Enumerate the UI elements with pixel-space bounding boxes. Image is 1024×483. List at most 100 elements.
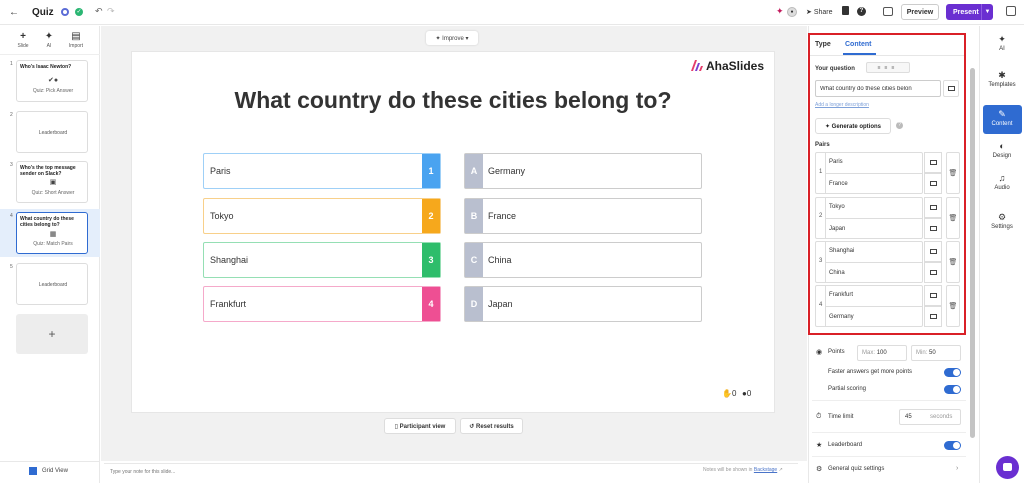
menu-icon[interactable] xyxy=(1006,6,1016,16)
rail-content[interactable]: ✎ Content xyxy=(980,109,1024,127)
left-item-number: 2 xyxy=(422,199,440,233)
partial-scoring-toggle[interactable] xyxy=(944,385,961,394)
right-item-letter: A xyxy=(465,154,483,188)
chevron-right-icon[interactable]: › xyxy=(956,465,958,472)
match-pairs-icon: ▦ xyxy=(49,231,57,238)
rail-label: AI xyxy=(999,46,1005,52)
slide-question[interactable]: What country do these cities belong to? xyxy=(131,87,775,114)
panel-scrollbar[interactable] xyxy=(970,68,975,438)
rail-design[interactable]: ◐ Design xyxy=(980,141,1024,159)
divider xyxy=(812,400,966,401)
left-item-number: 1 xyxy=(422,154,440,188)
import-icon: ▤ xyxy=(71,31,81,42)
slide-number: 2 xyxy=(10,112,13,118)
divider xyxy=(0,54,100,55)
presentation-title[interactable]: Quiz xyxy=(32,7,54,18)
min-points-input[interactable]: Min: 50 xyxy=(911,345,961,361)
chevron-down-icon[interactable]: ▼ xyxy=(981,4,993,20)
left-item-number: 4 xyxy=(422,287,440,321)
trophy-icon: ★ xyxy=(816,442,823,449)
share-button[interactable]: ➤ Share xyxy=(806,8,833,16)
notes-hint: Notes will be shown in Backstage ↗ xyxy=(703,467,783,473)
rail-audio[interactable]: ♫ Audio xyxy=(980,173,1024,191)
reset-results-label: Reset results xyxy=(476,423,514,430)
support-chat-button[interactable] xyxy=(996,456,1019,479)
max-prefix: Max: xyxy=(862,350,876,356)
left-item-text: Frankfurt xyxy=(210,299,247,309)
slide-thumbnail[interactable]: Leaderboard xyxy=(16,263,88,305)
help-icon[interactable]: ? xyxy=(857,7,866,16)
redo-icon[interactable]: ↷ xyxy=(107,6,115,17)
leaderboard-toggle[interactable] xyxy=(944,441,961,450)
import-tool[interactable]: ▤ Import xyxy=(64,31,88,50)
right-item: A Germany xyxy=(464,153,702,189)
improve-label: Improve xyxy=(442,35,464,42)
right-item: C China xyxy=(464,242,702,278)
max-value: 100 xyxy=(876,350,887,356)
undo-icon[interactable]: ↶ xyxy=(95,6,103,17)
top-bar xyxy=(0,0,1024,25)
thumb-title: What country do these cities belong to? xyxy=(20,216,74,228)
comments-icon[interactable] xyxy=(883,7,893,16)
right-item-letter: D xyxy=(465,287,483,321)
medal-icon: ◉ xyxy=(816,349,823,356)
left-item-text: Shanghai xyxy=(210,255,249,265)
right-item-letter: B xyxy=(465,199,483,233)
reset-results-button[interactable]: ↺ Reset results xyxy=(460,418,523,434)
slide-thumbnail-active[interactable]: What country do these cities belong to? … xyxy=(16,212,88,254)
participant-view-button[interactable]: ▯ Participant view xyxy=(384,418,456,434)
document-icon[interactable] xyxy=(842,6,849,15)
gear-icon[interactable] xyxy=(61,8,69,16)
faster-answers-label: Faster answers get more points xyxy=(828,369,913,375)
reactions-value: 0 xyxy=(731,389,737,398)
rail-label: Templates xyxy=(988,82,1016,88)
ai-tool[interactable]: ✦ AI xyxy=(37,31,61,50)
notes-input[interactable] xyxy=(110,466,410,478)
grid-icon[interactable] xyxy=(29,467,37,475)
left-item-text: Tokyo xyxy=(210,211,234,221)
right-item-text: China xyxy=(488,255,512,265)
rail-label: Audio xyxy=(994,185,1010,191)
slide-thumbnail[interactable]: Who's Isaac Newton? ✔● Quiz: Pick Answer xyxy=(16,60,88,102)
external-link-icon: ↗ xyxy=(778,467,783,473)
rail-label: Content xyxy=(991,121,1013,127)
quiz-check-icon: ✔● xyxy=(47,77,59,84)
saved-check-icon: ✓ xyxy=(75,8,83,16)
tool-label: Import xyxy=(68,43,84,49)
sparkle-icon: ✦ xyxy=(44,31,54,42)
backstage-link[interactable]: Backstage xyxy=(754,467,777,473)
time-limit-label: Time limit xyxy=(828,414,854,420)
max-points-input[interactable]: Max: 100 xyxy=(857,345,907,361)
partial-scoring-label: Partial scoring xyxy=(828,386,867,392)
thumb-title: Who's the top message sender on Slack? xyxy=(20,165,76,177)
add-slide-tool[interactable]: + Slide xyxy=(11,32,35,50)
slide-thumbnail[interactable]: Leaderboard xyxy=(16,111,88,153)
right-item-text: Japan xyxy=(488,299,513,309)
left-item: Paris 1 xyxy=(203,153,441,189)
grid-view-button[interactable]: Grid View xyxy=(42,468,68,474)
slide-thumbnail[interactable]: Who's the top message sender on Slack? ▣… xyxy=(16,161,88,203)
min-value: 50 xyxy=(929,350,936,356)
left-item: Frankfurt 4 xyxy=(203,286,441,322)
general-settings-link[interactable]: General quiz settings xyxy=(828,466,884,472)
rail-ai[interactable]: ✦ AI xyxy=(980,34,1024,52)
thumb-type: Quiz: Pick Answer xyxy=(32,88,74,94)
chat-icon xyxy=(1003,463,1012,471)
slide-number: 4 xyxy=(10,213,13,219)
arrow-left-icon[interactable]: ← xyxy=(9,7,19,18)
faster-answers-toggle[interactable] xyxy=(944,368,961,377)
avatar[interactable]: ● xyxy=(787,7,797,17)
highlight-box xyxy=(808,33,966,335)
preview-button[interactable]: Preview xyxy=(901,4,939,20)
left-item: Shanghai 3 xyxy=(203,242,441,278)
text-input-icon: ▣ xyxy=(49,179,57,186)
rail-settings[interactable]: ⚙ Settings xyxy=(980,212,1024,230)
improve-button[interactable]: ✦ Improve ▾ xyxy=(426,31,478,45)
pencil-icon: ✎ xyxy=(998,109,1006,119)
add-slide-button[interactable]: + xyxy=(16,314,88,354)
participants-value: 0 xyxy=(746,389,752,398)
right-item-letter: C xyxy=(465,243,483,277)
leaderboard-label: Leaderboard xyxy=(828,442,863,448)
rail-templates[interactable]: ✱ Templates xyxy=(980,70,1024,88)
rail-label: Design xyxy=(992,153,1012,159)
